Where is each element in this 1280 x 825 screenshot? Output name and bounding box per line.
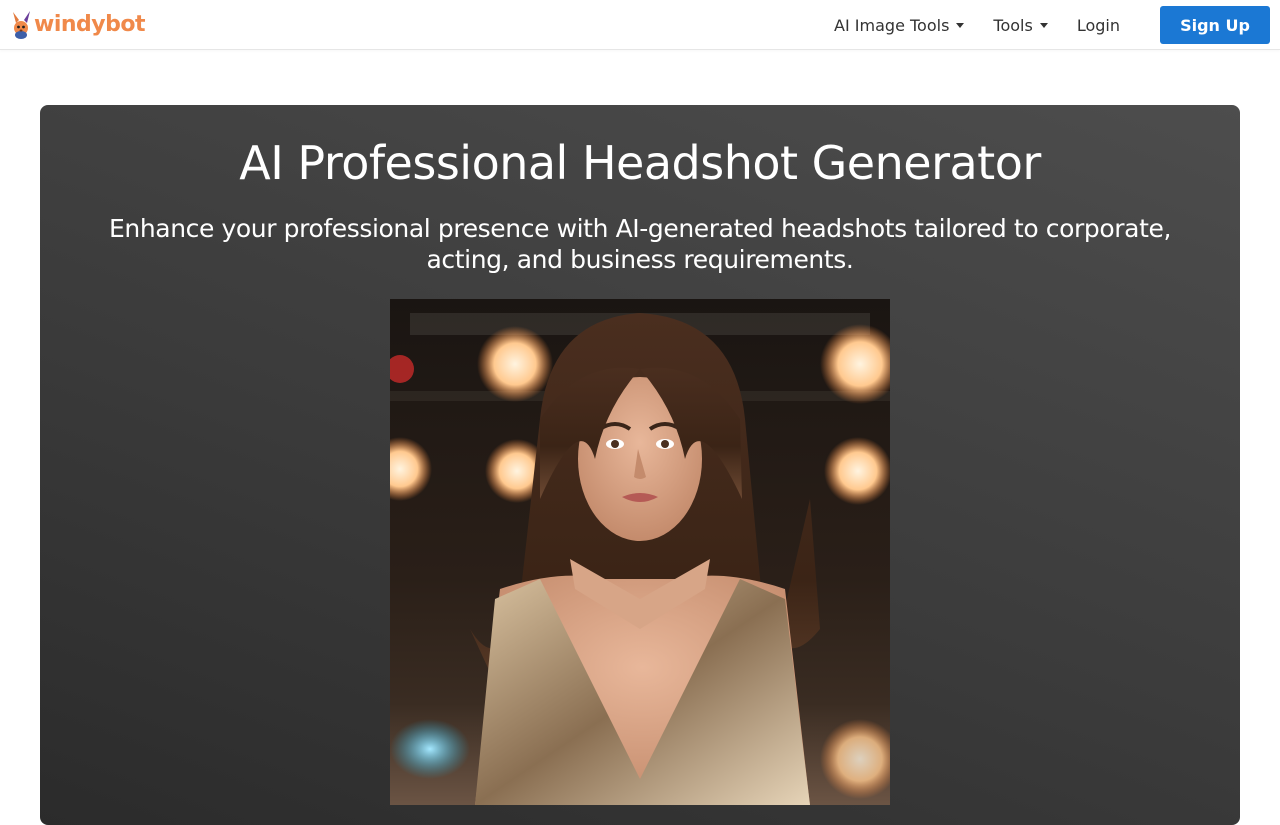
page-title: AI Professional Headshot Generator	[239, 136, 1041, 190]
brand-link[interactable]: windybot	[10, 10, 146, 40]
nav-ai-image-tools[interactable]: AI Image Tools	[834, 15, 965, 35]
hero-section: AI Professional Headshot Generator Enhan…	[40, 105, 1240, 825]
sign-up-button[interactable]: Sign Up	[1160, 6, 1270, 44]
sample-headshot-image	[390, 299, 890, 805]
caret-down-icon	[956, 22, 965, 28]
top-navbar: windybot AI Image Tools Tools Login Sign…	[0, 0, 1280, 50]
rabbit-logo-icon	[10, 11, 32, 39]
nav-label: Tools	[993, 15, 1033, 35]
nav-label: Login	[1076, 15, 1120, 35]
caret-down-icon	[1039, 22, 1048, 28]
nav-login[interactable]: Login	[1077, 16, 1120, 35]
main-nav: AI Image Tools Tools Login	[805, 0, 1120, 50]
nav-label: AI Image Tools	[834, 15, 950, 35]
nav-tools[interactable]: Tools	[993, 15, 1048, 35]
brand-name: windybot	[34, 12, 146, 37]
page-subtitle: Enhance your professional presence with …	[108, 214, 1171, 274]
